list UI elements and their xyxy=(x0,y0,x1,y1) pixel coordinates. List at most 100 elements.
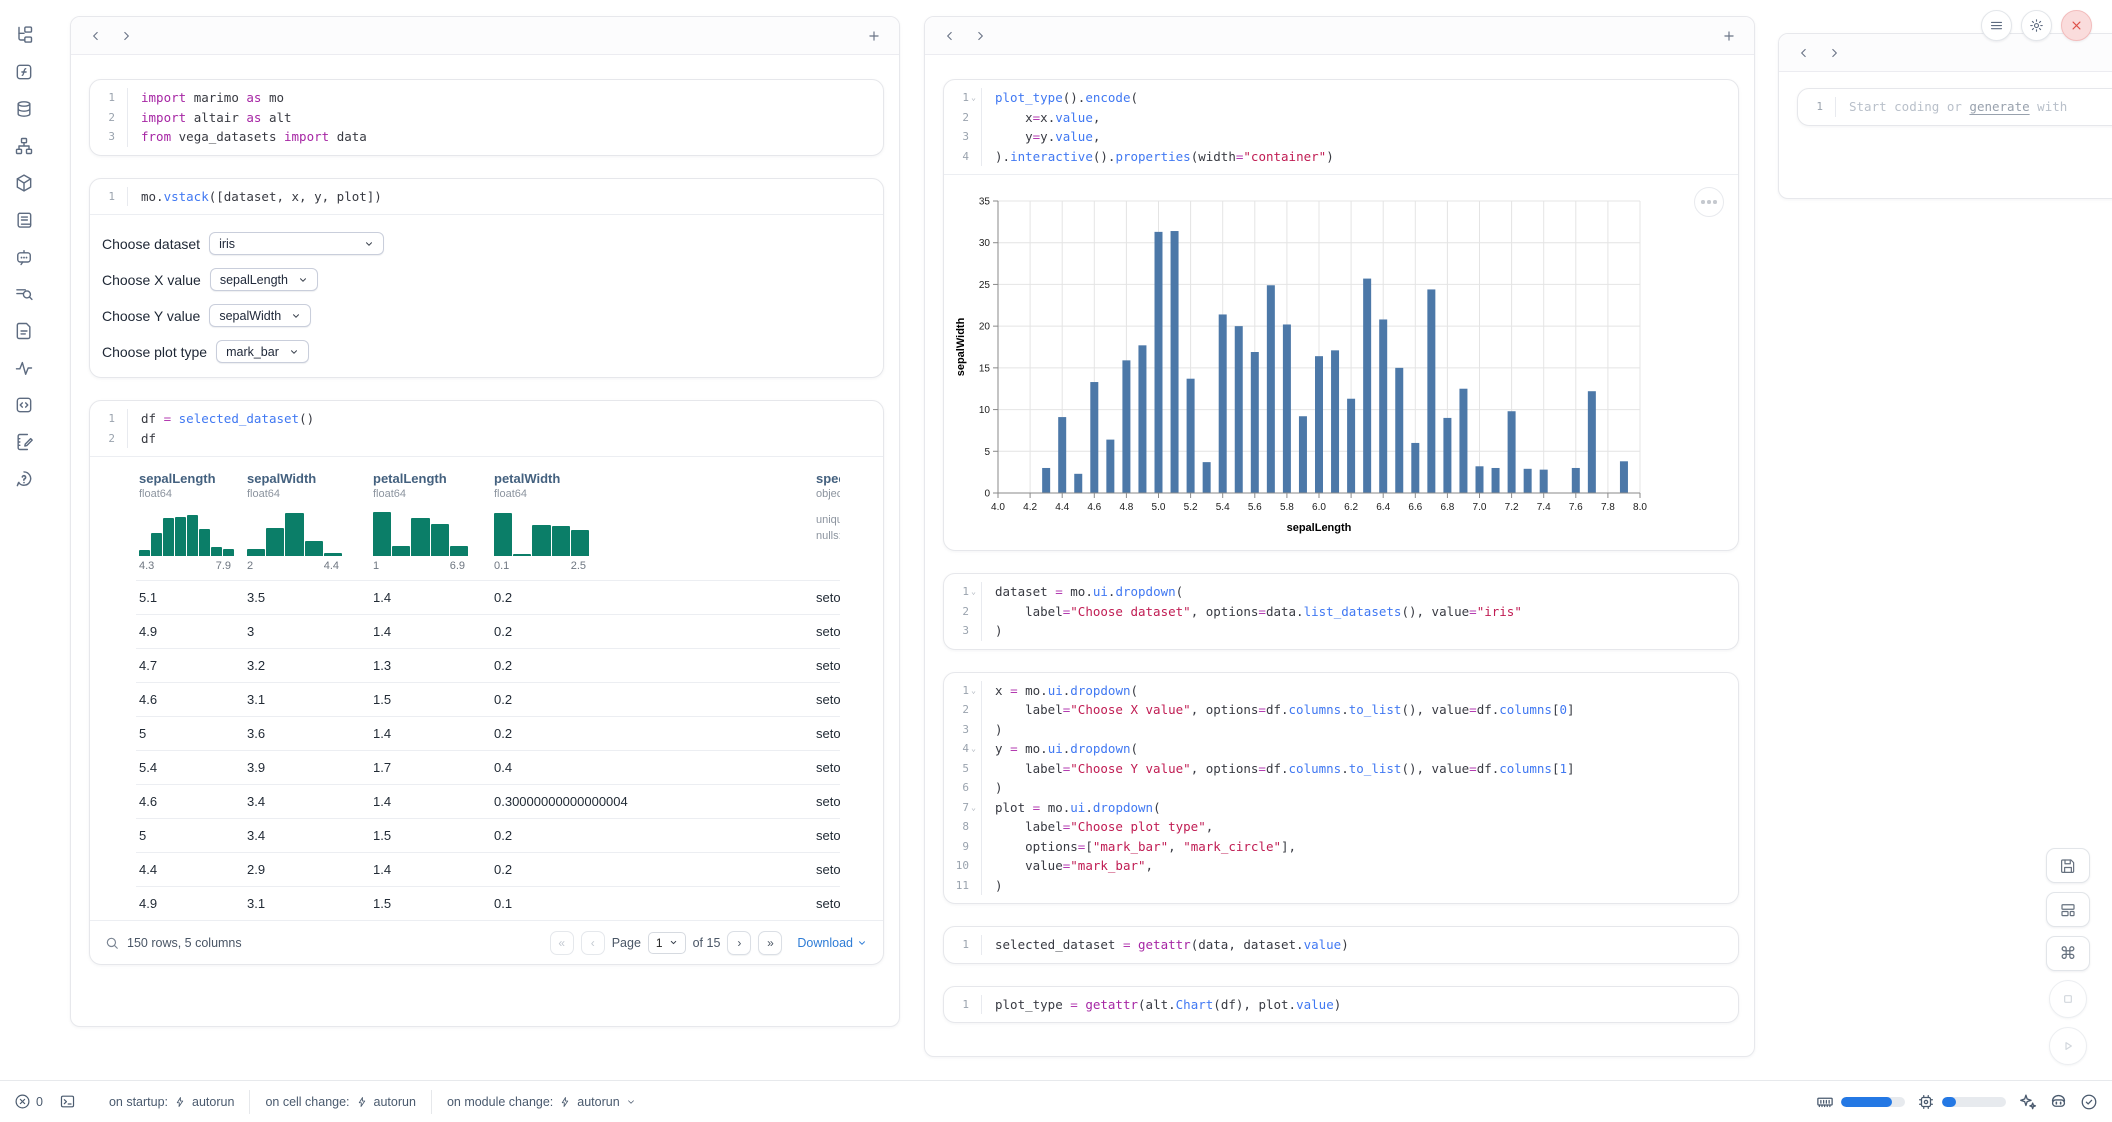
cell-empty-editor[interactable]: 1Start coding or generate with xyxy=(1797,88,2112,126)
next-page-button[interactable]: › xyxy=(727,931,751,955)
connection-status-button[interactable] xyxy=(2080,1093,2098,1111)
on-module-change-config[interactable]: on module change: autorun xyxy=(432,1095,651,1109)
code-line[interactable]: 2df xyxy=(90,429,883,449)
copilot-button[interactable] xyxy=(2049,1092,2068,1111)
chart-actions-button[interactable] xyxy=(1694,187,1724,217)
code-line[interactable]: 2import altair as alt xyxy=(90,108,883,128)
column-next-button[interactable] xyxy=(967,23,993,49)
code-line[interactable]: 2 x=x.value, xyxy=(944,108,1738,128)
table-row[interactable]: 4.42.91.40.2setosa xyxy=(136,852,840,886)
stop-kernel-button[interactable] xyxy=(2049,980,2087,1018)
code-line[interactable]: 11) xyxy=(944,876,1738,896)
code-line[interactable]: 1Start coding or generate with xyxy=(1798,97,2112,117)
code-line[interactable]: 3) xyxy=(944,621,1738,641)
terminal-button[interactable] xyxy=(59,1093,76,1110)
altair-bar-chart[interactable]: 4.04.24.44.64.85.05.25.45.65.86.06.26.46… xyxy=(952,187,1738,544)
table-row[interactable]: 53.61.40.2setosa xyxy=(136,716,840,750)
dependency-graph-icon[interactable] xyxy=(12,135,36,157)
code-line[interactable]: 1mo.vstack([dataset, x, y, plot]) xyxy=(90,187,883,207)
snippets-icon[interactable] xyxy=(12,394,36,416)
on-cell-change-config[interactable]: on cell change: autorun xyxy=(250,1095,431,1109)
table-row[interactable]: 4.73.21.30.2setosa xyxy=(136,648,840,682)
add-cell-button[interactable] xyxy=(861,23,887,49)
cell-selected-dataset[interactable]: 1selected_dataset = getattr(data, datase… xyxy=(943,926,1739,964)
table-row[interactable]: 4.63.41.40.30000000000000004setosa xyxy=(136,784,840,818)
code-line[interactable]: 1⌄x = mo.ui.dropdown( xyxy=(944,681,1738,701)
code-line[interactable]: 1import marimo as mo xyxy=(90,88,883,108)
code-line[interactable]: 1selected_dataset = getattr(data, datase… xyxy=(944,935,1738,955)
code-line[interactable]: 4).interactive().properties(width="conta… xyxy=(944,147,1738,167)
table-row[interactable]: 4.93.11.50.1setosa xyxy=(136,886,840,920)
on-startup-config[interactable]: on startup: autorun xyxy=(94,1095,249,1109)
fold-chevron-icon[interactable]: ⌄ xyxy=(969,681,978,701)
code-line[interactable]: 2 label="Choose dataset", options=data.l… xyxy=(944,602,1738,622)
code-line[interactable]: 1⌄dataset = mo.ui.dropdown( xyxy=(944,582,1738,602)
search-icon[interactable] xyxy=(105,936,119,950)
code-line[interactable]: 6) xyxy=(944,778,1738,798)
dropdown-select[interactable]: mark_bar xyxy=(216,340,309,363)
add-cell-button[interactable] xyxy=(1716,23,1742,49)
code-line[interactable]: 1⌄plot_type().encode( xyxy=(944,88,1738,108)
code-line[interactable]: 7⌄plot = mo.ui.dropdown( xyxy=(944,798,1738,818)
column-next-button[interactable] xyxy=(1821,40,1847,66)
fold-chevron-icon[interactable]: ⌄ xyxy=(969,798,978,818)
cell-xy-plot-dropdowns[interactable]: 1⌄x = mo.ui.dropdown(2 label="Choose X v… xyxy=(943,672,1739,905)
column-prev-button[interactable] xyxy=(1791,40,1817,66)
first-page-button[interactable]: « xyxy=(550,931,574,955)
run-all-button[interactable] xyxy=(2049,1027,2087,1065)
column-prev-button[interactable] xyxy=(83,23,109,49)
scratchpad-icon[interactable] xyxy=(12,431,36,453)
datasources-icon[interactable] xyxy=(12,98,36,120)
layout-toggle-button[interactable] xyxy=(2046,892,2090,927)
menu-button[interactable] xyxy=(1981,10,2012,41)
page-select[interactable]: 1 xyxy=(648,932,686,954)
column-prev-button[interactable] xyxy=(937,23,963,49)
fold-chevron-icon[interactable]: ⌄ xyxy=(969,88,978,108)
variables-icon[interactable] xyxy=(12,61,36,83)
dropdown-select[interactable]: iris xyxy=(209,232,384,255)
save-button[interactable] xyxy=(2046,848,2090,883)
fold-chevron-icon[interactable]: ⌄ xyxy=(969,582,978,602)
code-line[interactable]: 3from vega_datasets import data xyxy=(90,127,883,147)
download-button[interactable]: Download xyxy=(797,936,867,950)
code-line[interactable]: 3) xyxy=(944,720,1738,740)
ai-assist-button[interactable] xyxy=(2018,1092,2037,1111)
code-line[interactable]: 3 y=y.value, xyxy=(944,127,1738,147)
keyboard-shortcuts-button[interactable]: ⌘ xyxy=(2046,936,2090,971)
code-line[interactable]: 1plot_type = getattr(alt.Chart(df), plot… xyxy=(944,995,1738,1015)
dropdown-select[interactable]: sepalLength xyxy=(210,268,318,291)
table-row[interactable]: 4.63.11.50.2setosa xyxy=(136,682,840,716)
code-line[interactable]: 8 label="Choose plot type", xyxy=(944,817,1738,837)
table-row[interactable]: 4.931.40.2setosa xyxy=(136,614,840,648)
table-row[interactable]: 53.41.50.2setosa xyxy=(136,818,840,852)
cell-dataset-dropdown[interactable]: 1⌄dataset = mo.ui.dropdown(2 label="Choo… xyxy=(943,573,1739,650)
code-line[interactable]: 2 label="Choose X value", options=df.col… xyxy=(944,700,1738,720)
column-next-button[interactable] xyxy=(113,23,139,49)
fold-chevron-icon[interactable]: ⌄ xyxy=(969,739,978,759)
code-line[interactable]: 10 value="mark_bar", xyxy=(944,856,1738,876)
cell-vstack[interactable]: 1mo.vstack([dataset, x, y, plot]) Choose… xyxy=(89,178,884,379)
code-line[interactable]: 5 label="Choose Y value", options=df.col… xyxy=(944,759,1738,779)
cell-imports[interactable]: 1import marimo as mo2import altair as al… xyxy=(89,79,884,156)
cell-chart[interactable]: 1⌄plot_type().encode(2 x=x.value,3 y=y.v… xyxy=(943,79,1739,551)
ai-chat-icon[interactable] xyxy=(12,246,36,268)
settings-button[interactable] xyxy=(2021,10,2052,41)
table-row[interactable]: 5.13.51.40.2setosa xyxy=(136,580,840,614)
prev-page-button[interactable]: ‹ xyxy=(581,931,605,955)
code-line[interactable]: 4⌄y = mo.ui.dropdown( xyxy=(944,739,1738,759)
code-line[interactable]: 1df = selected_dataset() xyxy=(90,409,883,429)
outline-icon[interactable] xyxy=(12,283,36,305)
documentation-icon[interactable] xyxy=(12,320,36,342)
cell-plot-type[interactable]: 1plot_type = getattr(alt.Chart(df), plot… xyxy=(943,986,1739,1024)
tracing-icon[interactable] xyxy=(12,357,36,379)
table-row[interactable]: 5.43.91.70.4setosa xyxy=(136,750,840,784)
file-explorer-icon[interactable] xyxy=(12,24,36,46)
error-indicator[interactable]: 0 xyxy=(14,1093,43,1110)
code-line[interactable]: 9 options=["mark_bar", "mark_circle"], xyxy=(944,837,1738,857)
packages-icon[interactable] xyxy=(12,172,36,194)
cell-dataframe[interactable]: 1df = selected_dataset()2df sepalLengthf… xyxy=(89,400,884,965)
dropdown-select[interactable]: sepalWidth xyxy=(209,304,311,327)
logs-icon[interactable] xyxy=(12,209,36,231)
shutdown-button[interactable] xyxy=(2061,10,2092,41)
last-page-button[interactable]: » xyxy=(758,931,782,955)
